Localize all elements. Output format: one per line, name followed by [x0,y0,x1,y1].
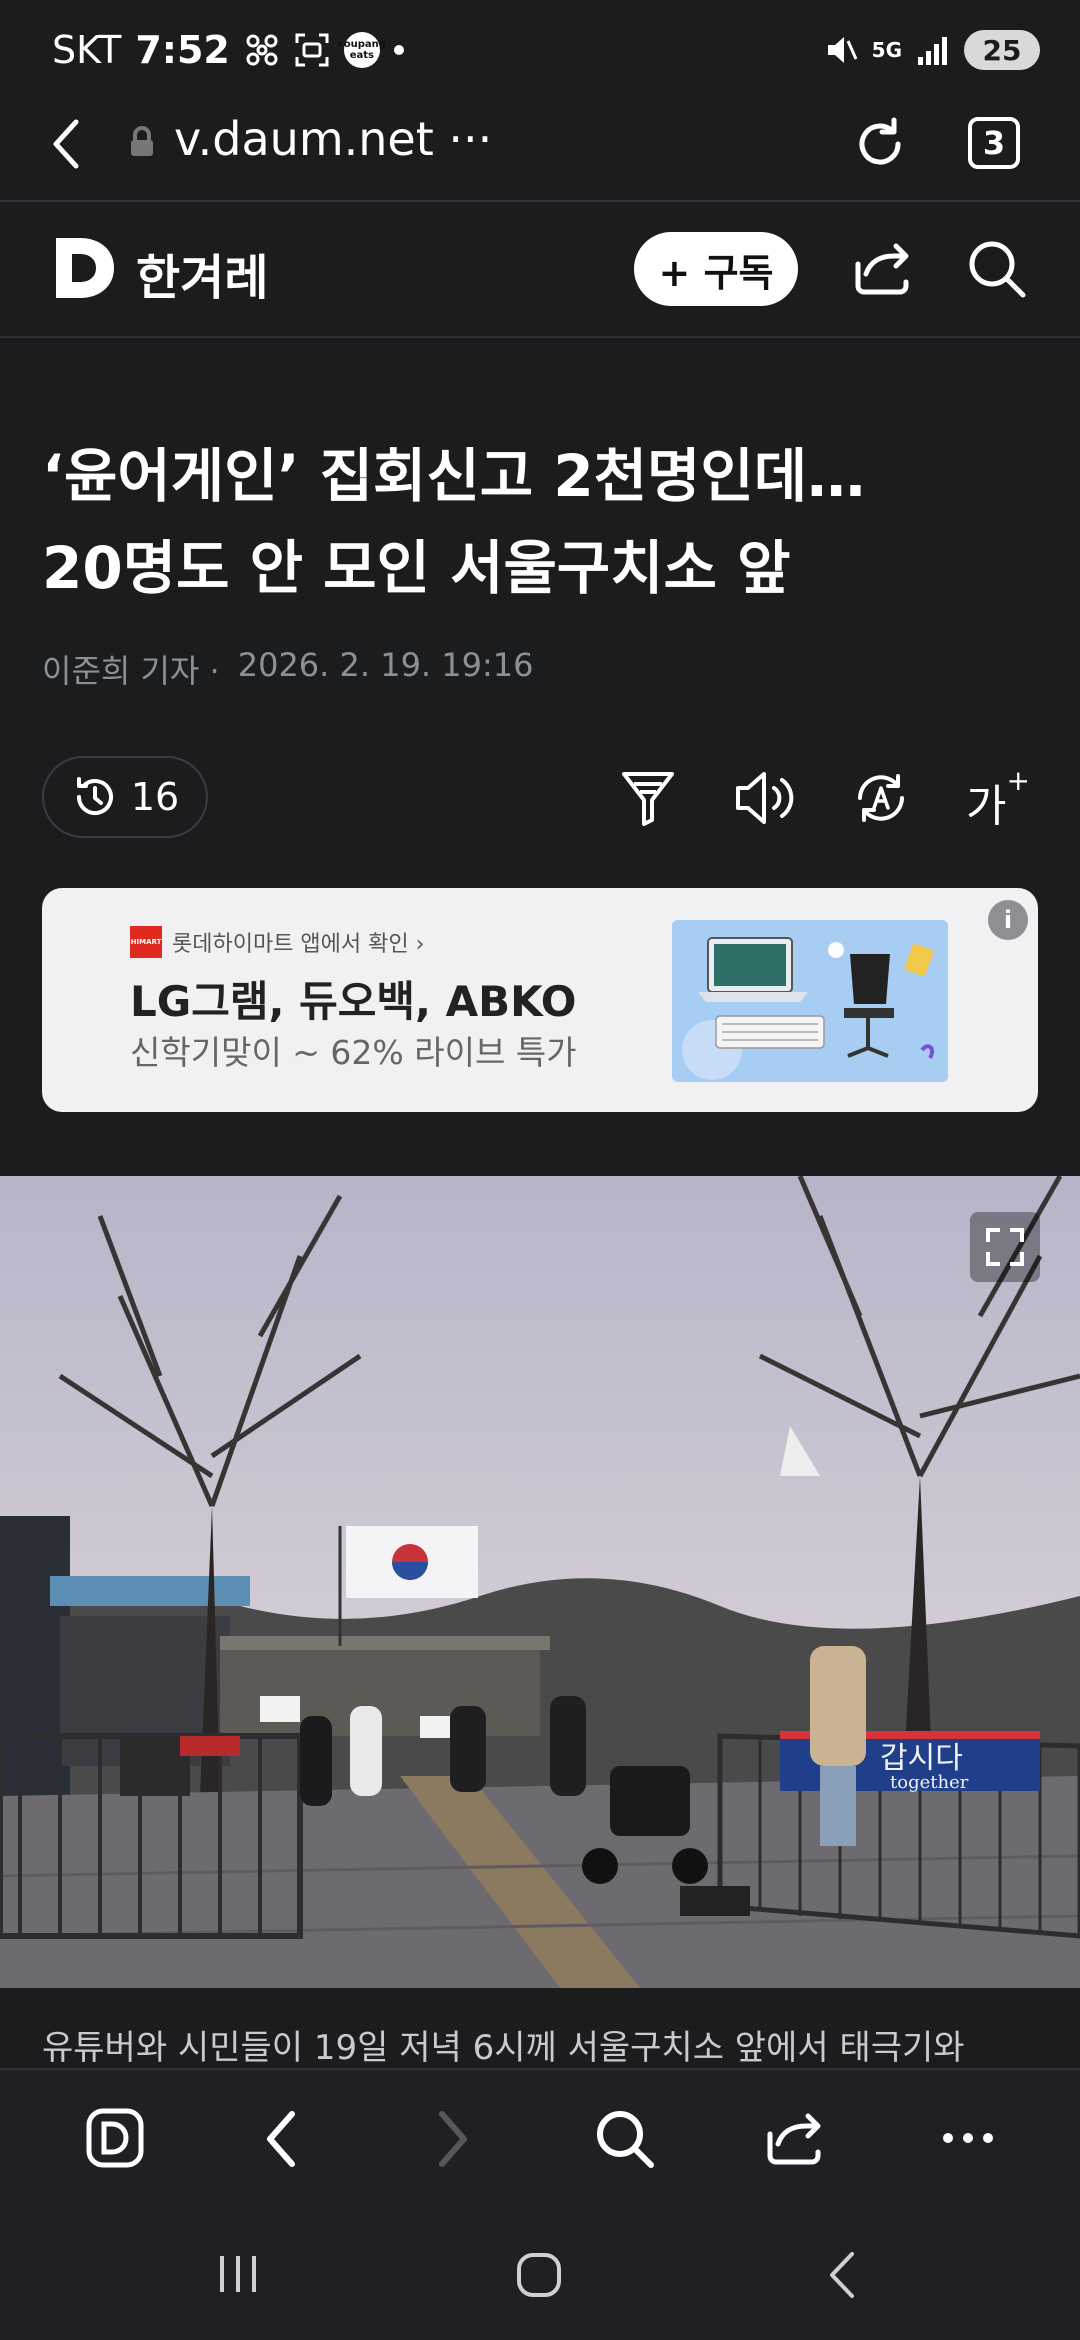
coupang-eats-icon: coupang eats [338,32,386,68]
share-icon[interactable] [852,240,912,296]
translate-icon[interactable] [852,768,910,828]
headline-line-2: 20명도 안 모인 서울구치소 앞 [42,534,791,602]
banner-subtext: together [890,1772,969,1793]
read-count: 16 [130,775,180,819]
lock-icon [128,126,156,158]
notification-dot [393,45,404,55]
tab-switcher-button[interactable]: 3 [968,117,1020,169]
mute-icon [824,33,858,67]
plus-icon: + [1006,764,1030,797]
battery-indicator: 25 [964,30,1040,70]
subscribe-button[interactable]: + 구독 [634,232,798,306]
daum-logo[interactable] [54,236,116,300]
article-photo[interactable]: 갑시다 together [0,1176,1080,1988]
filter-icon[interactable] [620,768,676,828]
url-text[interactable]: v.daum.net ··· [174,112,492,166]
ad-title[interactable]: LG그램, 듀오백, ABKO [130,968,576,1029]
ad-product-image[interactable] [672,920,948,1082]
recents-icon[interactable] [216,2254,260,2294]
ad-source-label: 롯데하이마트 앱에서 확인 › [172,932,425,957]
ad-description[interactable]: 신학기맞이 ~ 62% 라이브 특가 [130,1026,577,1074]
photo-caption: 유튜버와 시민들이 19일 저녁 6시께 서울구치소 앞에서 태극기와 [42,2028,965,2068]
more-icon[interactable] [940,2130,996,2146]
himart-logo: HIMART [130,926,162,958]
url-bar [0,100,1080,202]
network-type: 5G [871,38,902,62]
font-size-button[interactable]: 가+ [966,764,1030,834]
fan-icon [244,32,280,68]
font-size-label: 가 [966,781,1007,832]
publisher-name[interactable]: 한겨레 [136,238,268,308]
header-divider [0,336,1080,338]
daum-home-icon[interactable] [86,2108,144,2168]
signal-icon [916,35,950,65]
reload-icon[interactable] [852,116,908,172]
clock-icon [71,773,119,821]
clock: 7:52 [135,28,230,72]
status-bar-right: 5G 25 [824,24,1040,76]
publish-date: 2026. 2. 19. 19:16 [237,646,534,684]
back-icon[interactable] [48,118,84,170]
headline-line-1: ‘윤어게인’ 집회신고 2천명인데… [42,442,866,510]
status-bar-left: SKT 7:52 coupang eats [52,24,404,76]
ad-source[interactable]: HIMART 롯데하이마트 앱에서 확인 › [130,926,424,958]
system-back-icon[interactable] [826,2250,856,2300]
read-count-button[interactable]: 16 [42,756,208,838]
home-icon[interactable] [516,2252,562,2298]
byline: 이준희 기자 · 2026. 2. 19. 19:16 [42,646,533,692]
ad-info-icon[interactable]: i [988,900,1028,940]
banner-text: 갑시다 [880,1741,963,1776]
search-icon[interactable] [594,2108,656,2170]
fullscreen-icon[interactable] [970,1212,1040,1282]
browser-toolbar [0,2068,1080,2210]
author-name[interactable]: 이준희 기자 · [42,646,220,692]
back-icon[interactable] [262,2110,298,2168]
article-headline: ‘윤어게인’ 집회신고 2천명인데… 20명도 안 모인 서울구치소 앞 [42,430,1042,614]
share-icon[interactable] [764,2108,824,2166]
search-icon[interactable] [966,238,1028,300]
speaker-icon[interactable] [734,770,796,826]
carrier-label: SKT [52,28,122,72]
forward-icon[interactable] [436,2110,472,2168]
screenshot-icon [294,32,330,68]
